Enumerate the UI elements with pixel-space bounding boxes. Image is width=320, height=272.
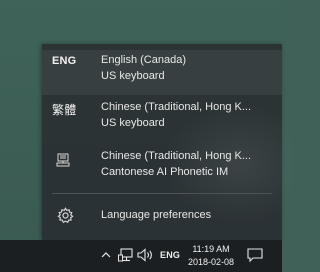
- language-code-label: 繁體: [52, 103, 77, 117]
- network-icon[interactable]: [118, 248, 134, 262]
- language-preferences-link[interactable]: Language preferences: [42, 200, 282, 230]
- menu-divider: [52, 193, 272, 194]
- gear-icon: [57, 207, 74, 224]
- keyboard-layout: Cantonese AI Phonetic IM: [101, 166, 229, 178]
- input-language-flyout: ENG English (Canada) US keyboard 繁體 Chin…: [42, 44, 292, 240]
- language-code-label: ENG: [52, 55, 77, 67]
- keyboard-layout: US keyboard: [101, 117, 165, 129]
- language-item-chinese-traditional-cantonese[interactable]: Chinese (Traditional, Hong K... Cantones…: [42, 146, 282, 191]
- language-item-english-canada[interactable]: ENG English (Canada) US keyboard: [42, 50, 282, 95]
- volume-icon[interactable]: [137, 248, 155, 262]
- input-indicator-button[interactable]: ENG: [160, 250, 180, 260]
- language-item-chinese-traditional-us[interactable]: 繁體 Chinese (Traditional, Hong K... US ke…: [42, 97, 282, 142]
- ime-keyboard-icon: [56, 153, 70, 167]
- language-name: Chinese (Traditional, Hong K...: [101, 101, 251, 113]
- language-name: Chinese (Traditional, Hong K...: [101, 150, 251, 162]
- keyboard-layout: US keyboard: [101, 70, 165, 82]
- taskbar: ENG 11:19 AM 2018-02-08: [0, 240, 282, 272]
- action-center-icon[interactable]: [247, 248, 263, 263]
- language-name: English (Canada): [101, 54, 186, 66]
- chevron-up-icon[interactable]: [100, 249, 112, 261]
- clock-button[interactable]: 11:19 AM 2018-02-08: [186, 243, 236, 269]
- language-preferences-label: Language preferences: [101, 209, 212, 221]
- clock-date: 2018-02-08: [187, 257, 235, 267]
- clock-time: 11:19 AM: [192, 244, 230, 254]
